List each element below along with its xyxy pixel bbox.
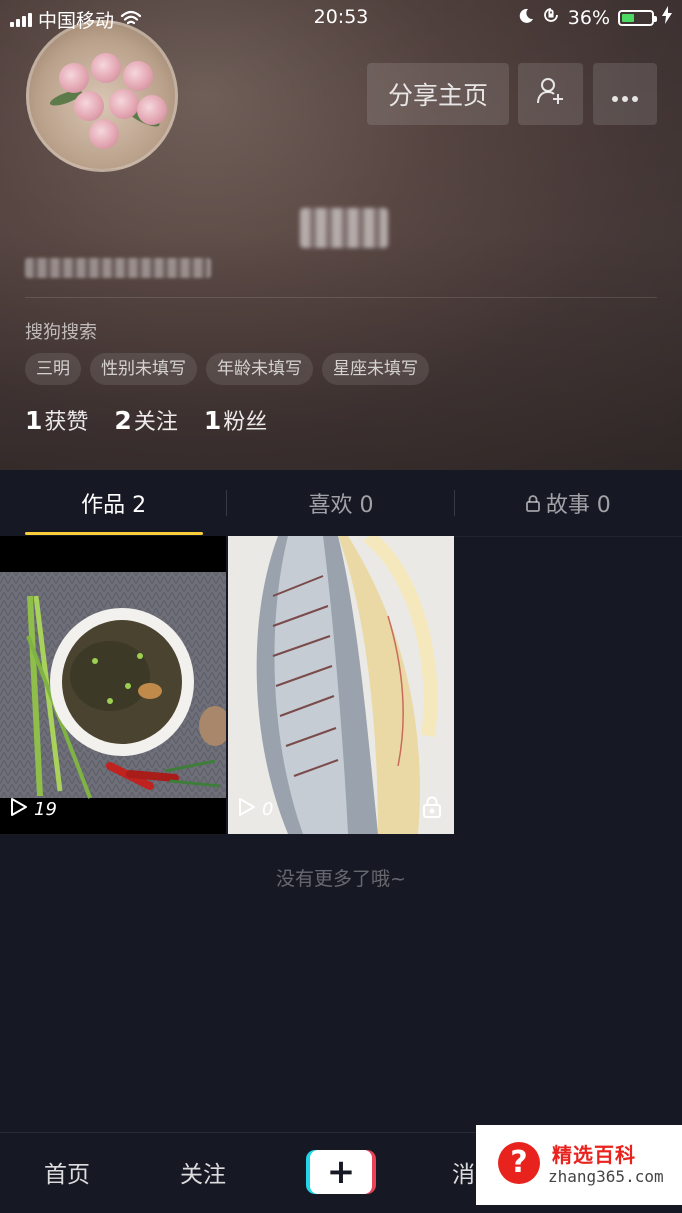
video-thumbnail-fish[interactable]: 0 [228,536,454,834]
battery-percent: 36% [567,6,610,29]
stat-likes-count: 1 [25,406,43,435]
avatar[interactable] [26,20,178,172]
divider [25,297,657,298]
stat-followers-label: 粉丝 [223,410,268,435]
orientation-lock-icon [542,6,560,29]
user-id-blurred [25,258,211,278]
profile-header: 分享主页 搜狗搜索 三明 性别未填写 年龄未填写 星座未填写 1获赞 2关注 1… [0,0,682,470]
active-tab-indicator [25,532,203,535]
play-count-value: 0 [262,799,274,820]
more-dots-icon [611,80,639,109]
tab-likes[interactable]: 喜欢 0 [227,470,455,536]
stat-following-label: 关注 [133,410,178,435]
watermark: ? 精选百科 zhang365.com [476,1125,682,1205]
stat-followers[interactable]: 1粉丝 [204,404,267,436]
tag-location: 三明 [25,353,81,385]
tab-works[interactable]: 作品 2 [0,470,228,536]
tab-stories-label: 故事 0 [545,493,611,518]
stat-following-count: 2 [114,406,132,435]
nav-messages[interactable]: 消 [452,1155,475,1189]
tag-gender: 性别未填写 [90,353,197,385]
more-button[interactable] [593,63,657,125]
signature: 搜狗搜索 [25,322,97,343]
private-lock-icon [422,796,442,822]
status-bar: 中国移动 20:53 36% [0,0,682,34]
no-more-text: 没有更多了哦~ [276,868,406,890]
play-icon [10,797,28,822]
nav-home[interactable]: 首页 [44,1155,90,1189]
play-icon [238,797,256,822]
stat-followers-count: 1 [203,406,222,435]
video-grid: 19 0 [0,536,682,836]
battery-icon [618,9,657,26]
tag-constellation: 星座未填写 [322,353,429,385]
create-video-button[interactable]: + [306,1150,376,1194]
video-thumbnail-soup[interactable]: 19 [0,536,226,834]
play-count: 19 [10,797,57,822]
add-friend-button[interactable] [518,63,583,125]
lock-icon [525,494,540,512]
share-profile-button[interactable]: 分享主页 [367,63,509,125]
tab-stories[interactable]: 故事 0 [455,470,682,536]
profile-tags: 三明 性别未填写 年龄未填写 星座未填写 [25,353,429,385]
stat-likes[interactable]: 1获赞 [25,404,88,436]
watermark-title: 精选百科 [552,1143,636,1167]
tag-age: 年龄未填写 [206,353,313,385]
stat-likes-label: 获赞 [44,410,89,435]
profile-stats: 1获赞 2关注 1粉丝 [25,404,267,436]
nickname-blurred [300,208,388,248]
charging-icon [662,6,672,29]
watermark-url: zhang365.com [548,1167,664,1186]
question-mark-icon: ? [498,1142,540,1184]
tab-works-label: 作品 2 [81,493,147,518]
tab-likes-label: 喜欢 0 [308,493,374,518]
profile-tabs: 作品 2 喜欢 0 故事 0 [0,470,682,537]
nav-following[interactable]: 关注 [180,1155,226,1189]
moon-icon [518,7,534,29]
stat-following[interactable]: 2关注 [114,404,177,436]
share-profile-label: 分享主页 [387,81,488,110]
plus-icon: + [310,1150,372,1194]
play-count: 0 [238,797,273,822]
play-count-value: 19 [34,799,57,820]
add-user-icon [536,76,566,112]
